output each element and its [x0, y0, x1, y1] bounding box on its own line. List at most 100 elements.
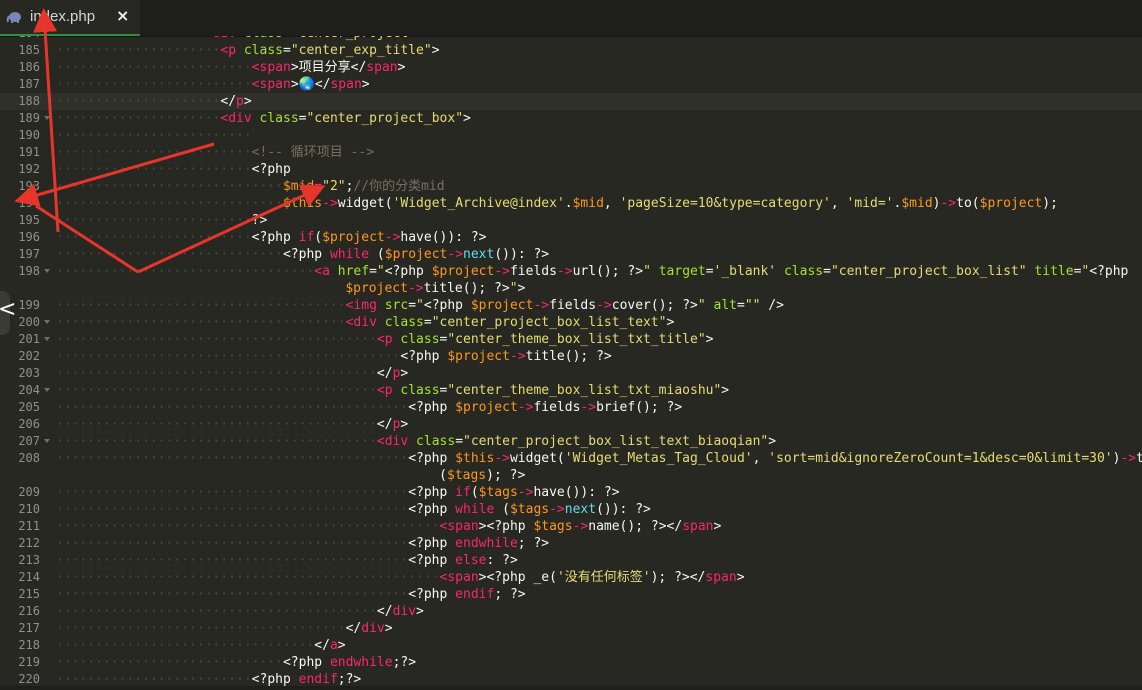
code-token: src: [376, 298, 409, 313]
code-line[interactable]: 191 ·························<!-- 循环项目 --…: [0, 144, 1142, 161]
code-line[interactable]: 197 ·····························<?php wh…: [0, 246, 1142, 263]
fold-arrow-icon[interactable]: [44, 439, 50, 443]
code-token: title: [1026, 264, 1074, 279]
code-line[interactable]: 204 ·····································…: [0, 382, 1142, 399]
code-token: </: [345, 621, 362, 636]
code-line[interactable]: 216 ·····································…: [0, 603, 1142, 620]
line-number: 198: [18, 264, 40, 278]
code-line[interactable]: 214 ·····································…: [0, 569, 1142, 586]
code-token: title(); ?>: [525, 349, 612, 364]
code-token: <div: [220, 111, 252, 126]
fold-arrow-icon[interactable]: [44, 116, 50, 120]
code-line[interactable]: 192 ·························<?php: [0, 161, 1142, 178]
code-line[interactable]: 217 ·····································…: [0, 620, 1142, 637]
code-line[interactable]: 187 ·························<span>🌏</spa…: [0, 76, 1142, 93]
code-line[interactable]: 212 ·····································…: [0, 535, 1142, 552]
code-line[interactable]: 213 ·····································…: [0, 552, 1142, 569]
code-line[interactable]: 193 ·····························$mid="2"…: [0, 178, 1142, 195]
code-token: url(); ?>: [572, 264, 644, 279]
code-line[interactable]: 207 ·····································…: [0, 433, 1142, 450]
code-line[interactable]: 209 ·····································…: [0, 484, 1142, 501]
code-token: .: [564, 196, 573, 211]
code-line[interactable]: 185 ·····················<p class="center…: [0, 42, 1142, 59]
code-token: >: [705, 332, 714, 347]
code-token: >: [431, 43, 440, 58]
code-token: $project: [384, 247, 448, 262]
code-token: <div: [345, 315, 377, 330]
code-token: $project: [447, 349, 510, 364]
fold-arrow-icon[interactable]: [44, 269, 50, 273]
code-token: ,: [830, 196, 847, 211]
code-editor[interactable]: 184···················<div class="center…: [0, 36, 1142, 690]
line-number: 216: [18, 604, 40, 618]
code-token: >: [337, 638, 346, 653]
line-number: 190: [18, 128, 40, 142]
indent-guide: ········································…: [56, 570, 440, 585]
code-token: <p: [220, 43, 237, 58]
code-token: >: [397, 60, 406, 75]
code-line[interactable]: 208 ·····································…: [0, 450, 1142, 484]
code-line[interactable]: 200 ·····································…: [0, 314, 1142, 331]
fold-arrow-icon[interactable]: [44, 320, 50, 324]
code-line[interactable]: 194 ·····························$this->w…: [0, 195, 1142, 212]
code-line[interactable]: 210 ·····································…: [0, 501, 1142, 518]
code-token: <?php: [408, 587, 456, 602]
code-line[interactable]: 190 ·························: [0, 127, 1142, 144]
code-token: </: [314, 638, 330, 653]
code-token: else: [455, 553, 487, 568]
code-token: >: [463, 111, 471, 126]
code-token: >: [361, 77, 370, 92]
code-text: ········································…: [56, 416, 1142, 433]
code-token: ->: [494, 451, 510, 466]
code-line[interactable]: 215 ·····································…: [0, 586, 1142, 603]
code-token: <p: [376, 332, 393, 347]
code-text: ········································…: [56, 535, 1142, 552]
code-text: ········································…: [56, 518, 1142, 535]
code-token: $tags: [478, 485, 518, 500]
fold-arrow-icon[interactable]: [44, 388, 50, 392]
code-token: ->: [407, 281, 424, 296]
code-line[interactable]: 188 ·····················</p>: [0, 93, 1142, 110]
tab-index-php[interactable]: index.php ×: [0, 0, 140, 36]
horizontal-scrollbar[interactable]: [0, 686, 1142, 690]
indent-guide: ·································: [56, 264, 315, 279]
code-token: <span: [251, 77, 291, 92]
line-number: 191: [18, 145, 40, 159]
code-token: $project: [470, 298, 534, 313]
fold-arrow-icon[interactable]: [44, 337, 50, 341]
code-line[interactable]: 198 ·································<a h…: [0, 263, 1142, 297]
code-token: have()): ?>: [533, 485, 620, 500]
code-token: "center_project_box_list_text_biaoqian": [463, 434, 769, 449]
code-line[interactable]: 211 ·····································…: [0, 518, 1142, 535]
code-token: $tags: [533, 519, 573, 534]
code-token: $project: [345, 281, 408, 296]
sidebar-toggle[interactable]: <: [0, 291, 16, 335]
code-line[interactable]: 195 ·························?>: [0, 212, 1142, 229]
code-token: ->: [549, 502, 565, 517]
code-token: );: [1042, 196, 1058, 211]
tab-title: index.php: [30, 8, 96, 25]
code-token: span: [366, 60, 398, 75]
code-line[interactable]: 203 ·····································…: [0, 365, 1142, 382]
code-token: endwhile: [329, 655, 393, 670]
code-line[interactable]: 219 ·····························<?php en…: [0, 654, 1142, 671]
indent-guide: ········································…: [56, 553, 409, 568]
close-icon[interactable]: ×: [116, 6, 129, 25]
code-line[interactable]: 199 ·····································…: [0, 297, 1142, 314]
line-number: 212: [18, 536, 40, 550]
code-token: ); ?>: [650, 570, 690, 585]
code-token: <?php: [384, 264, 432, 279]
code-line[interactable]: 186 ·························<span>项目分享</…: [0, 59, 1142, 76]
code-line[interactable]: 218 ·································</a>: [0, 637, 1142, 654]
line-number: 197: [18, 247, 40, 261]
code-line[interactable]: 202 ·····································…: [0, 348, 1142, 365]
code-line[interactable]: 196 ·························<?php if($pr…: [0, 229, 1142, 246]
code-token: endif: [455, 587, 495, 602]
code-token: span: [330, 77, 362, 92]
code-line[interactable]: 201 ·····································…: [0, 331, 1142, 348]
code-line[interactable]: 189 ·····················<div class="cent…: [0, 110, 1142, 127]
code-line[interactable]: 206 ·····································…: [0, 416, 1142, 433]
code-token: <?php: [251, 672, 299, 687]
code-token: <?php: [408, 553, 456, 568]
code-line[interactable]: 205 ·····································…: [0, 399, 1142, 416]
